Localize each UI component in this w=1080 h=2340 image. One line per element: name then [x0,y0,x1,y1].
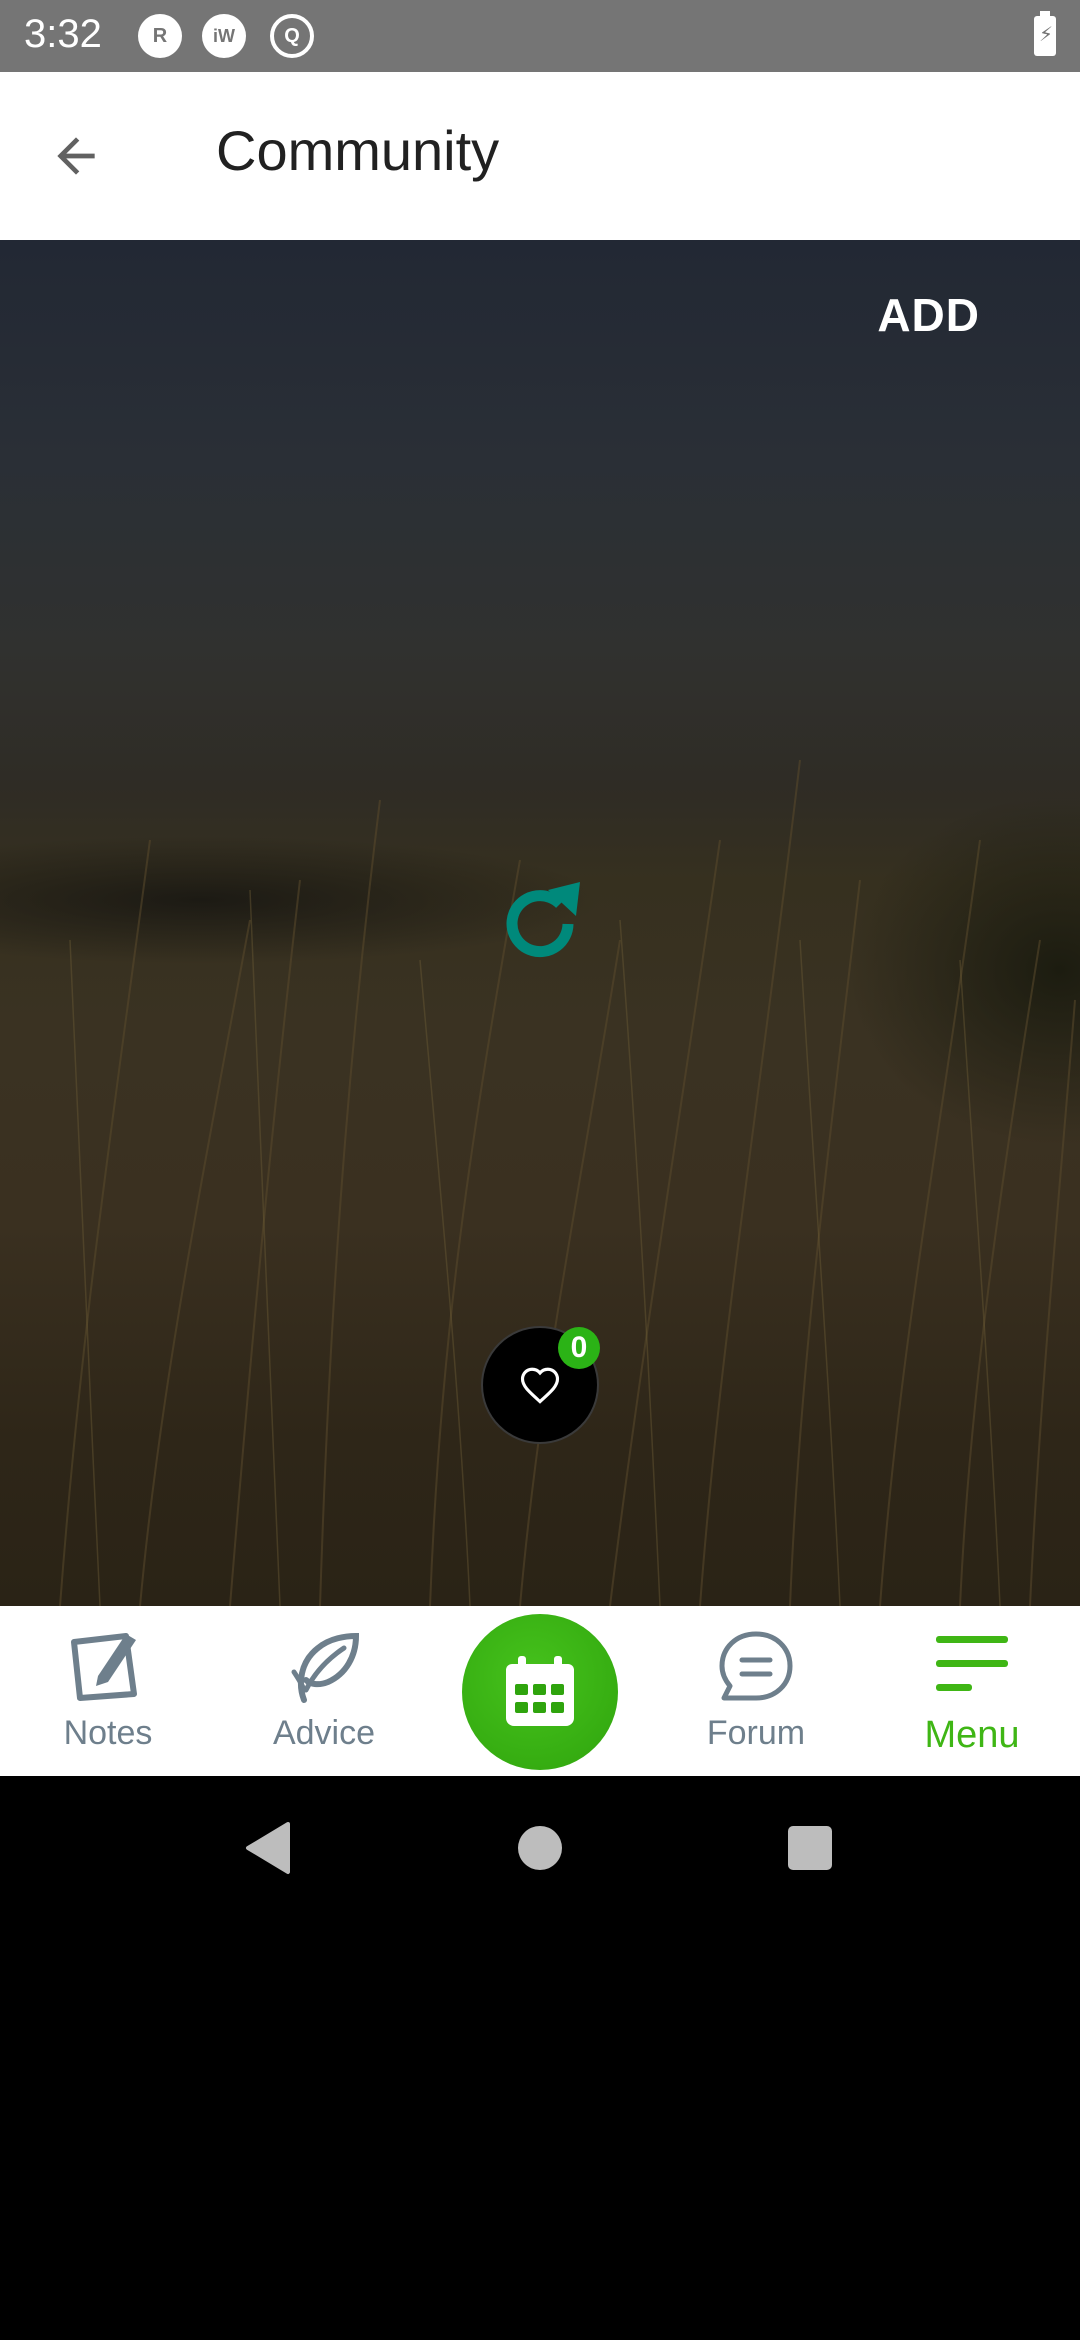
nav-label-forum: Forum [706,1714,806,1752]
leaf-icon [291,1632,360,1703]
system-home-button[interactable] [508,1816,572,1880]
nav-label-menu: Menu [924,1714,1020,1756]
nav-item-forum[interactable]: Forum [648,1606,864,1776]
charging-bolt-icon: ⚡ [1039,22,1054,46]
nav-item-notes[interactable]: Notes [0,1606,216,1776]
nav-item-advice[interactable]: Advice [216,1606,432,1776]
status-time: 3:32 [24,12,102,56]
chat-bubble-icon [719,1631,793,1701]
heart-icon [520,1367,560,1404]
system-back-button[interactable] [236,1816,300,1880]
arrow-left-icon [57,137,95,175]
triangle-back-icon [246,1822,290,1874]
notes-icon [71,1633,137,1701]
add-button[interactable]: ADD [877,288,980,342]
battery-icon: ⚡ [1034,11,1056,56]
square-recents-icon [788,1826,832,1870]
screen: 3:32 R iW Q ⚡ Community ADD 0 Notes Advi… [0,0,1080,2340]
like-count-badge: 0 [558,1327,600,1369]
iw-notification-icon: iW [202,14,246,58]
system-recents-button[interactable] [778,1816,842,1880]
back-button[interactable] [40,120,112,192]
status-bar: 3:32 R iW Q ⚡ [0,0,1080,72]
refresh-icon[interactable] [490,874,590,974]
page-title: Community [216,119,500,182]
nav-label-advice: Advice [272,1714,376,1752]
calendar-icon [506,1656,574,1726]
calendar-button[interactable] [462,1614,618,1770]
r-notification-icon: R [138,14,182,58]
circle-home-icon [518,1826,562,1870]
menu-icon [936,1636,1008,1691]
nav-item-menu[interactable]: Menu [864,1606,1080,1776]
nav-label-notes: Notes [63,1714,153,1752]
system-nav-bar [0,1776,1080,1920]
app-bar: Community [0,72,1080,240]
q-notification-icon: Q [270,14,314,58]
